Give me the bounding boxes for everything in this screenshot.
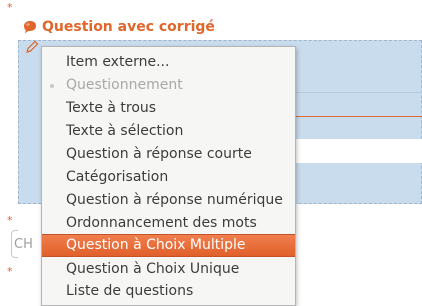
required-mark: *: [7, 265, 13, 278]
menu-item-choix-unique[interactable]: Question à Choix Unique: [42, 258, 295, 281]
menu-item-choix-multiple[interactable]: Question à Choix Multiple: [42, 234, 295, 257]
required-mark: *: [7, 1, 13, 14]
menu-item-questionnement: Questionnement: [42, 74, 295, 97]
required-mark: *: [7, 214, 13, 227]
menu-item-liste-de-questions[interactable]: Liste de questions: [42, 280, 295, 303]
menu-item-categorisation[interactable]: Catégorisation: [42, 166, 295, 189]
menu-item-reponse-numerique[interactable]: Question à réponse numérique: [42, 189, 295, 212]
panel-title: Question avec corrigé: [42, 19, 215, 35]
menu-item-texte-a-selection[interactable]: Texte à sélection: [42, 120, 295, 143]
divider: [296, 92, 422, 93]
menu-item-label: Texte à trous: [66, 100, 157, 116]
divider: [296, 116, 422, 117]
menu-item-reponse-courte[interactable]: Question à réponse courte: [42, 143, 295, 166]
menu-item-label: Texte à sélection: [66, 123, 184, 139]
menu-item-label: Question à réponse numérique: [66, 192, 283, 208]
menu-item-label: Liste de questions: [66, 283, 194, 299]
speech-bubble-icon: [24, 21, 36, 34]
insert-question-menu: Item externe... Questionnement Texte à t…: [41, 46, 296, 306]
menu-item-label: Question à réponse courte: [66, 146, 252, 162]
menu-item-item-externe[interactable]: Item externe...: [42, 51, 295, 74]
menu-item-texte-a-trous[interactable]: Texte à trous: [42, 97, 295, 120]
menu-item-label: Question à Choix Unique: [66, 261, 240, 277]
menu-item-ordonnancement[interactable]: Ordonnancement des mots: [42, 212, 295, 235]
ch-input[interactable]: CH: [14, 232, 33, 258]
bullet-icon: [50, 84, 54, 88]
menu-item-label: Ordonnancement des mots: [66, 215, 257, 231]
pencil-icon[interactable]: [25, 40, 41, 54]
menu-item-label: Catégorisation: [66, 169, 169, 185]
answer-field[interactable]: [296, 139, 422, 163]
menu-item-label: Questionnement: [66, 77, 183, 93]
menu-item-label: Question à Choix Multiple: [66, 237, 246, 253]
menu-item-label: Item externe...: [66, 54, 170, 70]
